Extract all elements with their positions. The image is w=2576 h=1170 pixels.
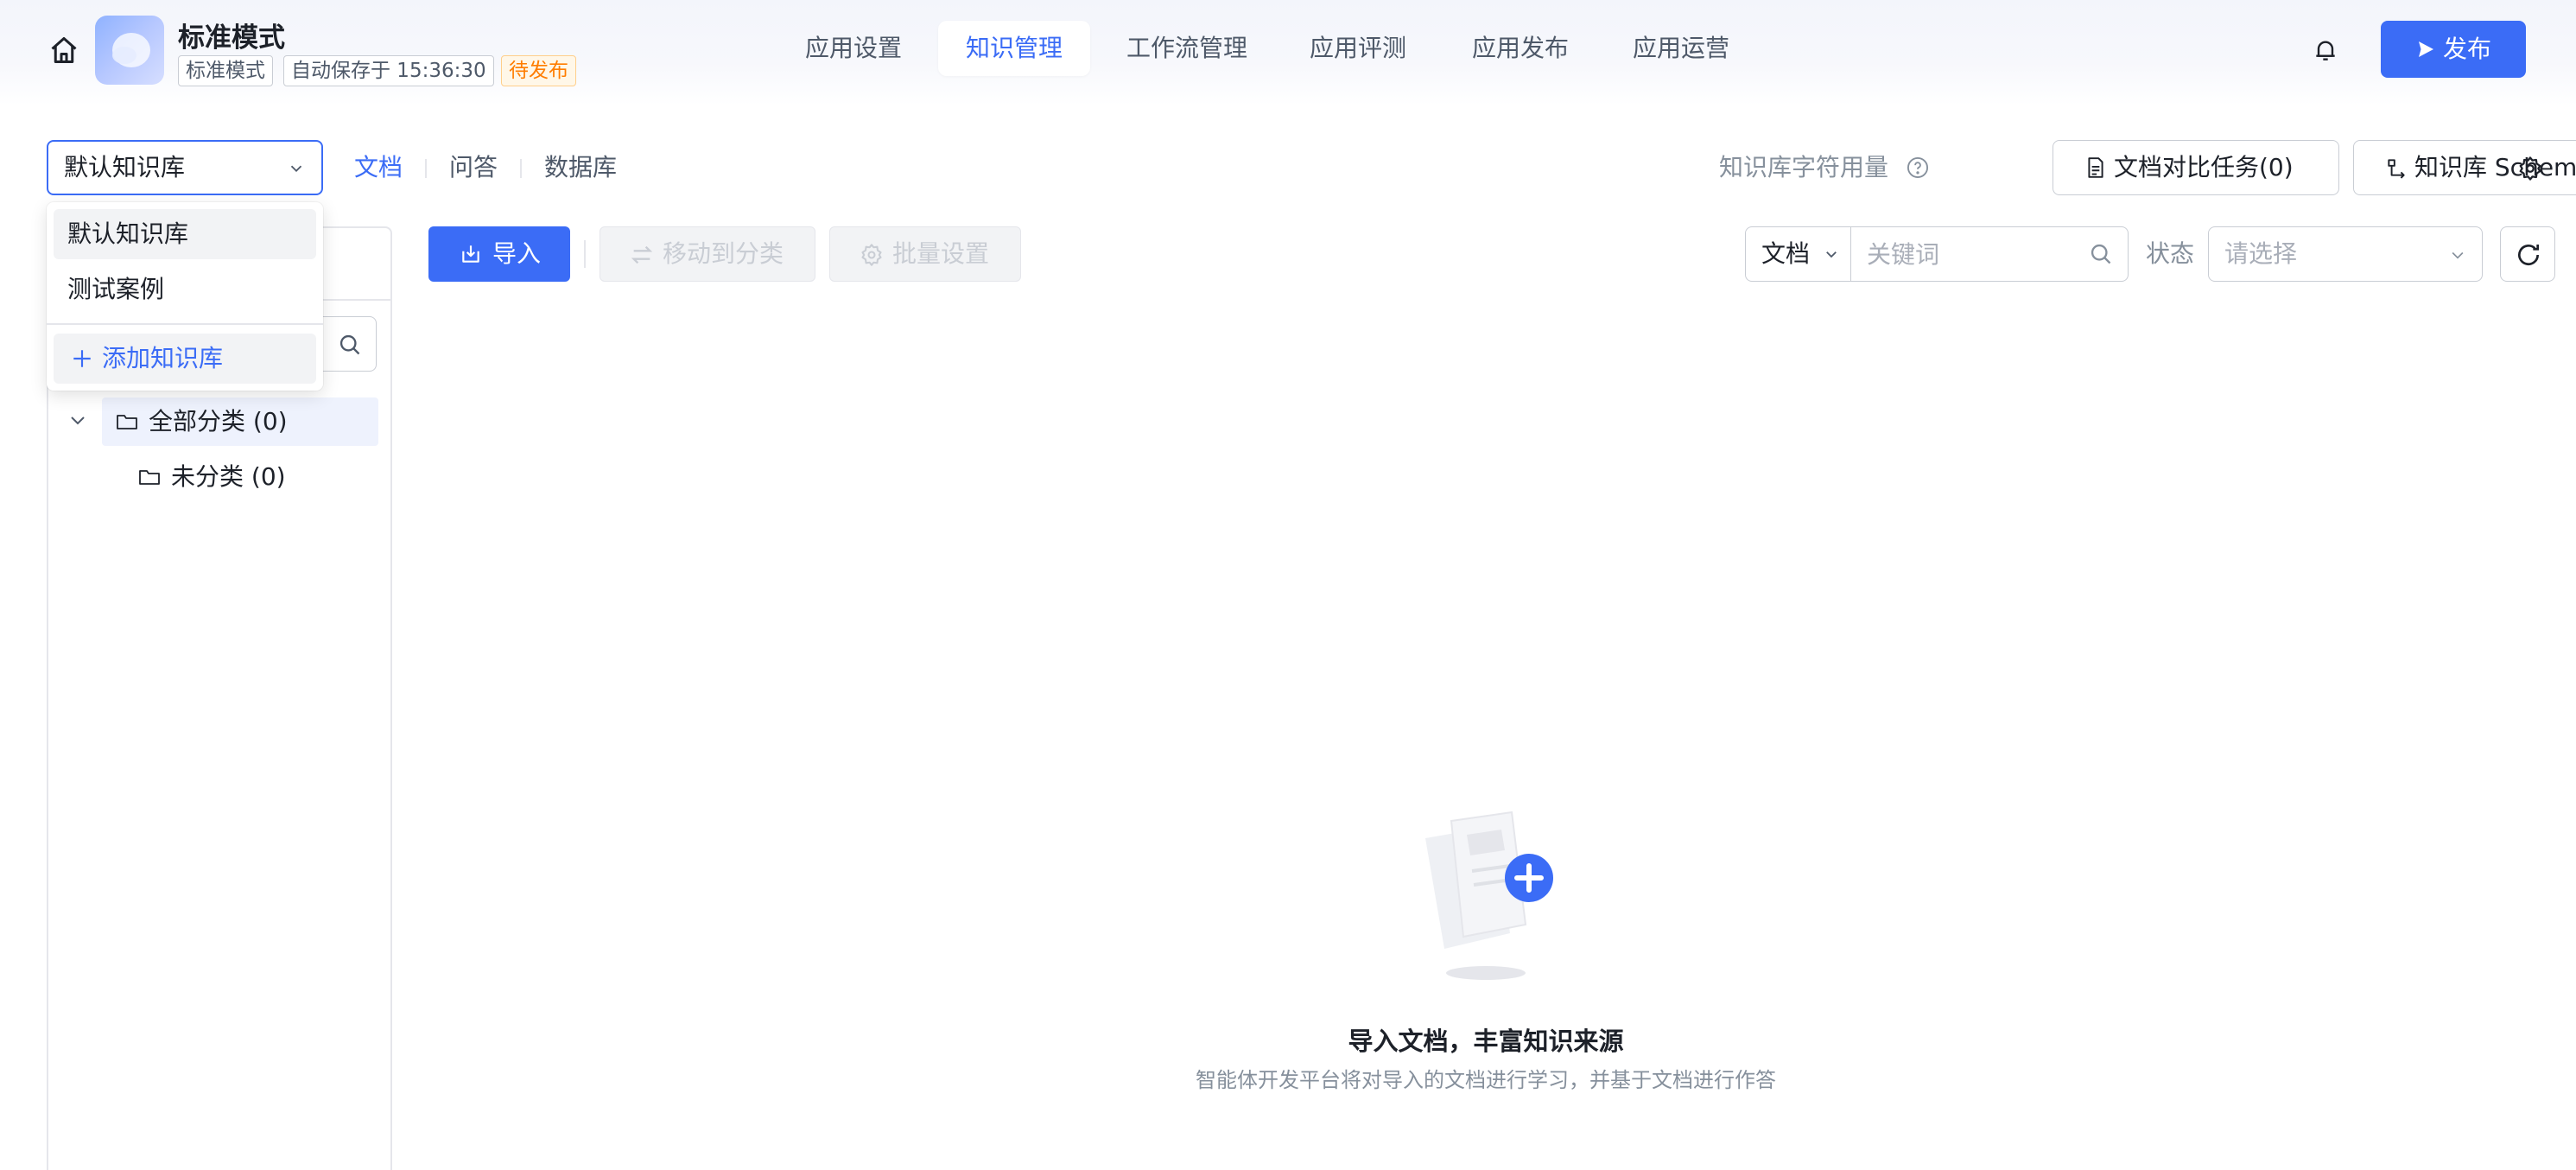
chevron-down-icon bbox=[290, 165, 302, 173]
dropdown-divider bbox=[47, 323, 323, 325]
empty-documents-illustration bbox=[1425, 811, 1553, 980]
move-to-category-label: 移动到分类 bbox=[663, 239, 784, 268]
compare-tasks-button[interactable]: 文档对比任务(0) bbox=[2053, 140, 2339, 195]
send-icon bbox=[2418, 41, 2433, 57]
move-to-category-button[interactable]: 移动到分类 bbox=[600, 226, 815, 282]
folder-icon bbox=[139, 470, 160, 485]
schema-icon bbox=[2388, 159, 2405, 179]
nav-app-evaluation[interactable]: 应用评测 bbox=[1282, 21, 1434, 76]
top-bar: 标准模式 标准模式 自动保存于 15:36:30 待发布 应用设置 知识管理 工… bbox=[0, 0, 2576, 105]
document-icon bbox=[2088, 157, 2103, 178]
tab-documents[interactable]: 文档 bbox=[354, 147, 403, 188]
nav-app-settings[interactable]: 应用设置 bbox=[777, 21, 930, 76]
refresh-button[interactable] bbox=[2500, 226, 2555, 282]
batch-settings-label: 批量设置 bbox=[892, 239, 990, 268]
gear-icon bbox=[861, 244, 882, 266]
publish-button[interactable]: 发布 bbox=[2381, 21, 2526, 78]
bell-icon[interactable] bbox=[2312, 35, 2339, 66]
tree-item-all[interactable]: 全部分类 (0) bbox=[102, 397, 378, 446]
filter-type-value: 文档 bbox=[1761, 239, 1811, 268]
tab-divider bbox=[425, 159, 427, 178]
home-icon[interactable] bbox=[48, 35, 79, 66]
keyword-search-input[interactable] bbox=[1850, 226, 2129, 282]
plus-icon bbox=[73, 350, 91, 367]
search-icon bbox=[339, 334, 360, 355]
knowledge-base-dropdown: 默认知识库 测试案例 添加知识库 bbox=[47, 202, 323, 391]
tab-database[interactable]: 数据库 bbox=[544, 147, 617, 188]
swap-icon bbox=[631, 245, 653, 264]
import-icon bbox=[462, 245, 479, 263]
publish-label: 发布 bbox=[2442, 35, 2491, 63]
status-filter-placeholder: 请选择 bbox=[2224, 239, 2298, 268]
batch-settings-button[interactable]: 批量设置 bbox=[829, 226, 1021, 282]
char-usage-label: 知识库字符用量 bbox=[1719, 153, 1889, 181]
knowledge-base-select[interactable]: 默认知识库 bbox=[47, 140, 323, 195]
mode-tag: 标准模式 bbox=[178, 55, 273, 86]
filter-type-select[interactable]: 文档 bbox=[1745, 226, 1852, 282]
tab-divider bbox=[520, 159, 522, 178]
chevron-down-icon bbox=[1826, 251, 1837, 258]
chevron-down-icon bbox=[2452, 251, 2464, 259]
add-knowledge-base-label: 添加知识库 bbox=[102, 344, 224, 372]
tree-item-uncategorized-label: 未分类 (0) bbox=[171, 462, 286, 491]
status-badge: 待发布 bbox=[501, 55, 576, 86]
status-filter-label: 状态 bbox=[2146, 239, 2195, 268]
autosave-tag: 自动保存于 15:36:30 bbox=[283, 55, 494, 86]
knowledge-base-select-value: 默认知识库 bbox=[64, 153, 186, 181]
compare-tasks-label: 文档对比任务(0) bbox=[2114, 153, 2294, 181]
status-filter-select[interactable]: 请选择 bbox=[2208, 226, 2483, 282]
import-button[interactable]: 导入 bbox=[428, 226, 570, 282]
dropdown-item-default[interactable]: 默认知识库 bbox=[54, 209, 316, 259]
dropdown-item-test-cases[interactable]: 测试案例 bbox=[54, 264, 316, 315]
tab-qa[interactable]: 问答 bbox=[449, 147, 498, 188]
settings-icon[interactable] bbox=[2517, 156, 2543, 181]
nav-app-publish[interactable]: 应用发布 bbox=[1444, 21, 1596, 76]
chevron-down-icon[interactable] bbox=[67, 410, 88, 430]
nav-knowledge-management[interactable]: 知识管理 bbox=[938, 21, 1091, 76]
app-logo bbox=[95, 16, 164, 85]
toolbar-divider bbox=[584, 240, 586, 268]
empty-state-description: 智能体开发平台将对导入的文档进行学习，并基于文档进行作答 bbox=[1196, 1068, 1776, 1092]
tree-item-all-label: 全部分类 (0) bbox=[149, 407, 288, 436]
refresh-icon bbox=[2518, 245, 2539, 265]
empty-state-title: 导入文档，丰富知识来源 bbox=[1348, 1027, 1624, 1056]
import-label: 导入 bbox=[492, 239, 542, 268]
schema-label: 知识库 Schema bbox=[2414, 153, 2576, 181]
app-title: 标准模式 bbox=[178, 22, 285, 54]
folder-icon bbox=[117, 415, 137, 429]
nav-app-operations[interactable]: 应用运营 bbox=[1605, 21, 1757, 76]
tree-item-uncategorized[interactable]: 未分类 (0) bbox=[123, 453, 378, 501]
add-knowledge-base-button[interactable]: 添加知识库 bbox=[54, 334, 316, 384]
nav-workflow-management[interactable]: 工作流管理 bbox=[1099, 21, 1275, 76]
help-icon[interactable] bbox=[1906, 156, 1930, 180]
